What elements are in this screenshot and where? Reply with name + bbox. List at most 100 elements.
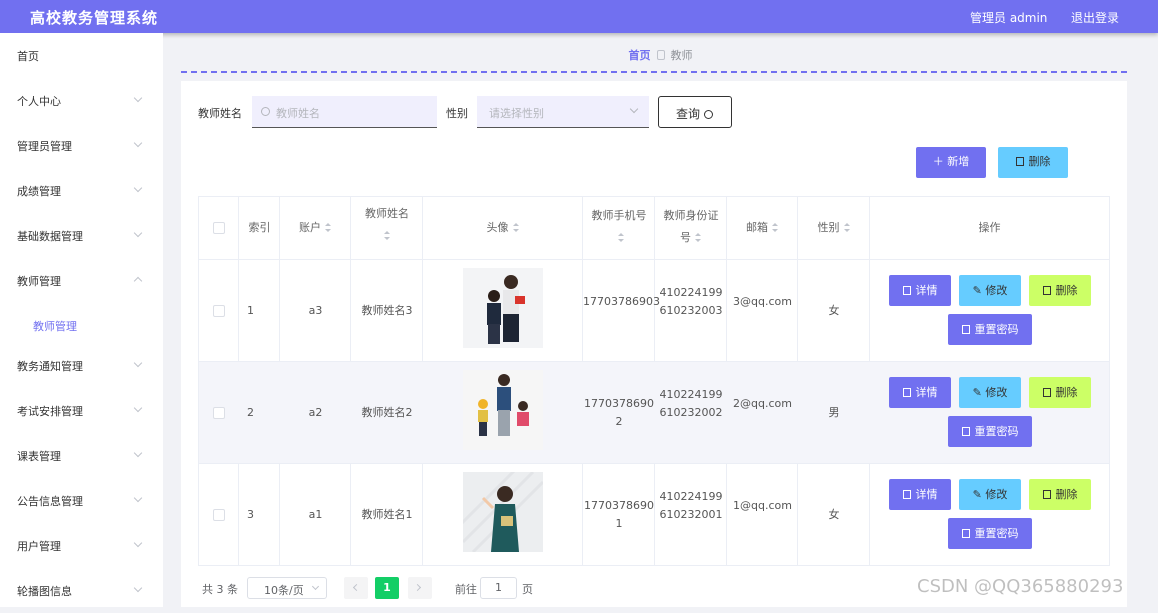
edit-button[interactable]: ✎ 修改	[959, 275, 1021, 306]
document-icon	[961, 427, 970, 436]
logout-link[interactable]: 退出登录	[1071, 9, 1119, 26]
cell-index: 2	[247, 406, 254, 419]
pencil-icon: ✎	[972, 488, 986, 501]
col-name-label: 教师姓名	[365, 207, 409, 220]
col-idcard-label: 教师身份证号	[663, 209, 719, 244]
cell-email: 2@qq.com	[733, 397, 792, 410]
sidebar-item-home[interactable]: 首页	[0, 33, 163, 78]
page-size-select[interactable]: 10条/页	[247, 577, 327, 599]
delete-button[interactable]: 删除	[1029, 275, 1091, 306]
name-filter-label: 教师姓名	[198, 107, 242, 120]
col-avatar[interactable]: 头像	[423, 217, 583, 239]
gender-select[interactable]: 请选择性别	[477, 96, 649, 128]
sidebar-item-label: 教师管理	[17, 275, 61, 288]
chevron-down-icon	[133, 138, 143, 148]
query-button-label: 查询	[676, 107, 701, 121]
delete-button-label: 删除	[1055, 488, 1078, 501]
row-checkbox[interactable]	[213, 509, 225, 521]
edit-button[interactable]: ✎ 修改	[959, 479, 1021, 510]
cell-account: a3	[308, 304, 323, 317]
col-email[interactable]: 邮箱	[727, 217, 798, 239]
goto-page-input[interactable]: 1	[480, 577, 517, 599]
search-icon	[704, 110, 714, 119]
trash-icon	[1042, 388, 1051, 397]
document-icon	[902, 490, 911, 499]
breadcrumb-home[interactable]: 首页	[629, 49, 651, 62]
chevron-down-icon	[311, 582, 320, 591]
prev-page-button[interactable]	[344, 577, 368, 599]
sidebar-item-notices[interactable]: 教务通知管理	[0, 343, 163, 388]
edit-button-label: 修改	[985, 386, 1008, 399]
current-user: 管理员 admin	[970, 11, 1048, 25]
watermark: CSDN @QQ365880293	[917, 576, 1124, 597]
divider	[181, 71, 1127, 73]
cell-gender: 女	[828, 304, 840, 317]
sidebar-item-exams[interactable]: 考试安排管理	[0, 388, 163, 433]
page-number-current[interactable]: 1	[375, 577, 399, 599]
cell-name: 教师姓名2	[361, 406, 413, 419]
col-account[interactable]: 账户	[280, 217, 351, 239]
col-avatar-label: 头像	[486, 221, 509, 234]
query-button[interactable]: 查询	[658, 96, 732, 128]
detail-button-label: 详情	[915, 488, 938, 501]
reset-password-button[interactable]: 重置密码	[948, 518, 1032, 549]
row-checkbox[interactable]	[213, 407, 225, 419]
main-content: 首页 教师 教师姓名 教师姓名 性别 请选择性别 查询 ＋ 新增 删除 索引 账…	[163, 33, 1158, 607]
sidebar-item-announcements[interactable]: 公告信息管理	[0, 478, 163, 523]
sidebar-item-profile[interactable]: 个人中心	[0, 78, 163, 123]
batch-delete-label: 删除	[1028, 155, 1051, 168]
col-gender[interactable]: 性别	[798, 217, 870, 239]
reset-password-label: 重置密码	[974, 323, 1019, 336]
goto-label: 前往	[455, 583, 477, 596]
reset-password-button[interactable]: 重置密码	[948, 416, 1032, 447]
col-name[interactable]: 教师姓名	[351, 203, 423, 247]
name-search-input[interactable]: 教师姓名	[252, 96, 437, 128]
document-icon	[902, 388, 911, 397]
sidebar-item-label: 教务通知管理	[17, 360, 83, 373]
table-row: 3 a1 教师姓名1 17703786901 41022419961023200…	[199, 464, 1109, 566]
next-page-button[interactable]	[408, 577, 432, 599]
row-checkbox[interactable]	[213, 305, 225, 317]
detail-button[interactable]: 详情	[889, 275, 951, 306]
col-phone[interactable]: 教师手机号	[591, 205, 647, 249]
table-row: 1 a3 教师姓名3 17703786903 41022419961023200…	[199, 260, 1109, 362]
table-row: 2 a2 教师姓名2 17703786902 41022419961023200…	[199, 362, 1109, 464]
cell-gender: 男	[828, 406, 840, 419]
breadcrumb-current: 教师	[670, 49, 693, 62]
detail-button[interactable]: 详情	[889, 479, 951, 510]
sidebar-item-teachers[interactable]: 教师管理	[0, 258, 163, 303]
col-index: 索引	[248, 221, 271, 234]
document-icon	[902, 286, 911, 295]
add-button-label: 新增	[947, 155, 970, 168]
delete-button[interactable]: 删除	[1029, 377, 1091, 408]
chevron-down-icon	[133, 448, 143, 458]
col-idcard[interactable]: 教师身份证号	[662, 205, 720, 249]
search-icon	[261, 107, 270, 116]
sidebar-item-grades[interactable]: 成绩管理	[0, 168, 163, 213]
sidebar-item-base-data[interactable]: 基础数据管理	[0, 213, 163, 258]
batch-delete-button[interactable]: 删除	[998, 147, 1068, 178]
sidebar-item-schedule[interactable]: 课表管理	[0, 433, 163, 478]
top-bar: 高校教务管理系统 管理员 admin 退出登录	[0, 0, 1158, 33]
reset-password-button[interactable]: 重置密码	[948, 314, 1032, 345]
trash-icon	[1042, 286, 1051, 295]
sort-icon	[325, 223, 332, 232]
sidebar-item-carousel[interactable]: 轮播图信息	[0, 568, 163, 613]
chevron-down-icon	[133, 93, 143, 103]
delete-button[interactable]: 删除	[1029, 479, 1091, 510]
sidebar-item-admin[interactable]: 管理员管理	[0, 123, 163, 168]
add-button[interactable]: ＋ 新增	[916, 147, 986, 178]
cell-email: 1@qq.com	[733, 499, 792, 512]
sidebar-subitem-teachers[interactable]: 教师管理	[0, 303, 163, 348]
pagination: 共 3 条 10条/页 1 前往 1 页	[202, 577, 602, 599]
sidebar-item-users[interactable]: 用户管理	[0, 523, 163, 568]
edit-button[interactable]: ✎ 修改	[959, 377, 1021, 408]
detail-button[interactable]: 详情	[889, 377, 951, 408]
chevron-down-icon	[133, 228, 143, 238]
cell-phone: 17703786903	[583, 295, 660, 308]
table-header: 索引 账户 教师姓名 头像 教师手机号 教师身份证号 邮箱 性别 操作	[199, 197, 1109, 260]
page-size-value: 10条/页	[264, 584, 304, 597]
select-all-checkbox[interactable]	[213, 222, 225, 234]
sidebar-item-label: 成绩管理	[17, 185, 61, 198]
breadcrumb-separator-icon	[656, 50, 665, 60]
